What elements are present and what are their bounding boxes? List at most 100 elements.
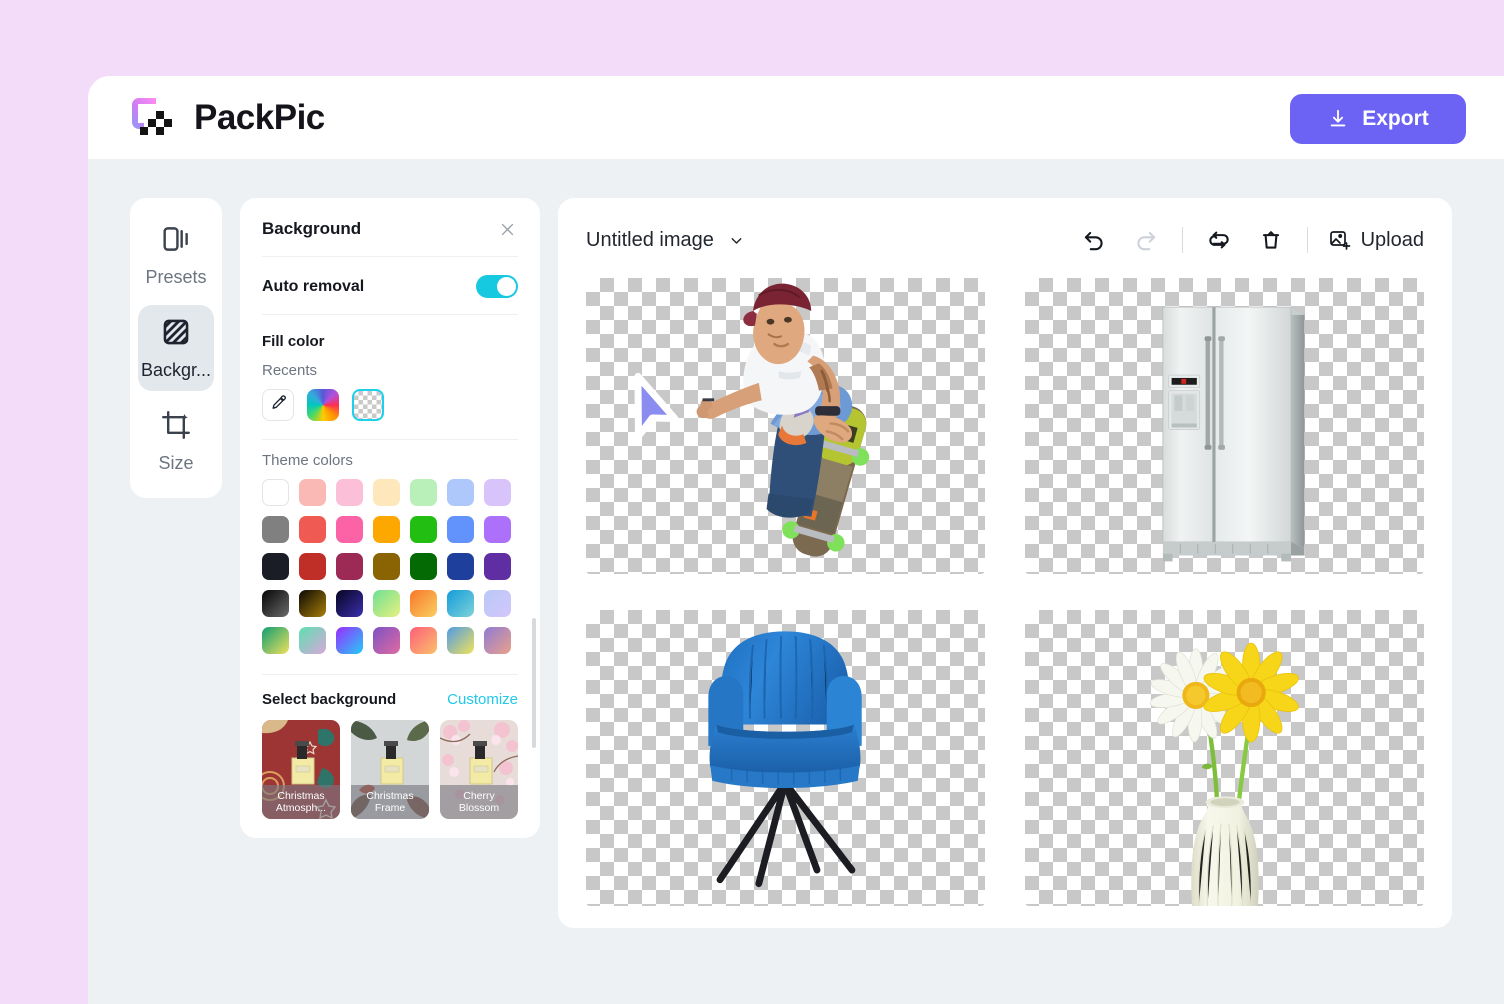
auto-removal-toggle[interactable] — [476, 275, 518, 298]
presets-icon — [159, 222, 193, 261]
transparent-swatch[interactable] — [352, 389, 384, 421]
theme-color-swatch[interactable] — [410, 553, 437, 580]
redo-button[interactable] — [1130, 224, 1162, 256]
skateboarder-image[interactable] — [586, 278, 985, 574]
sidebar-item-label: Backgr... — [140, 360, 212, 380]
tool-rail: Presets Backgr... Size — [130, 198, 222, 498]
sidebar-item-label: Size — [158, 452, 194, 473]
background-thumb-christmas-frame[interactable]: Christmas Frame — [351, 720, 429, 819]
theme-color-swatch[interactable] — [410, 590, 437, 617]
theme-color-swatch[interactable] — [262, 553, 289, 580]
export-label: Export — [1362, 107, 1429, 130]
theme-color-swatch[interactable] — [262, 590, 289, 617]
theme-color-swatch[interactable] — [484, 590, 511, 617]
theme-color-swatch[interactable] — [447, 516, 474, 543]
rainbow-picker-swatch[interactable] — [307, 389, 339, 421]
theme-color-swatch[interactable] — [447, 590, 474, 617]
theme-color-swatch[interactable] — [410, 479, 437, 506]
background-thumb-christmas-atmosphere[interactable]: Christmas Atmosph... — [262, 720, 340, 819]
theme-color-swatch[interactable] — [336, 553, 363, 580]
theme-color-swatch[interactable] — [262, 479, 289, 506]
theme-color-swatch[interactable] — [484, 479, 511, 506]
canvas-area: Untitled image Upload — [558, 198, 1452, 928]
theme-color-swatch[interactable] — [484, 627, 511, 654]
sidebar-item-presets[interactable]: Presets — [138, 212, 214, 299]
panel-scrollbar[interactable] — [532, 618, 536, 748]
customize-link[interactable]: Customize — [447, 691, 518, 708]
background-thumbnails: Christmas Atmosph... Christmas Frame Che… — [262, 720, 518, 819]
theme-color-swatch[interactable] — [299, 627, 326, 654]
theme-color-swatch[interactable] — [336, 479, 363, 506]
theme-color-swatch[interactable] — [484, 553, 511, 580]
theme-color-swatch[interactable] — [447, 627, 474, 654]
theme-color-swatch[interactable] — [299, 516, 326, 543]
armchair-image[interactable] — [586, 610, 985, 906]
panel-header: Background — [262, 218, 518, 257]
close-icon[interactable] — [496, 218, 518, 240]
theme-color-swatch[interactable] — [373, 479, 400, 506]
theme-color-swatch[interactable] — [299, 590, 326, 617]
theme-color-swatch[interactable] — [336, 516, 363, 543]
background-panel: Background Auto removal Fill color Recen… — [240, 198, 540, 838]
upload-label: Upload — [1360, 228, 1424, 251]
theme-color-swatch[interactable] — [410, 627, 437, 654]
background-thumb-label: Christmas Frame — [351, 785, 429, 819]
theme-color-swatch[interactable] — [373, 516, 400, 543]
theme-color-swatch[interactable] — [410, 516, 437, 543]
top-bar: PackPic Export — [88, 76, 1504, 160]
chevron-down-icon[interactable] — [728, 232, 745, 249]
canvas-tool-group: Upload — [1078, 224, 1424, 256]
background-thumb-label: Christmas Atmosph... — [262, 785, 340, 819]
auto-removal-label: Auto removal — [262, 277, 365, 295]
select-background-title: Select background — [262, 691, 397, 708]
toolbar-divider — [1306, 227, 1308, 253]
theme-color-swatch[interactable] — [484, 516, 511, 543]
sidebar-item-size[interactable]: Size — [138, 397, 214, 484]
brand-name: PackPic — [194, 97, 325, 137]
recents-swatches — [262, 389, 518, 440]
fill-color-title: Fill color — [262, 333, 325, 350]
upload-button[interactable]: Upload — [1328, 228, 1424, 252]
packpic-logo-icon — [126, 92, 178, 144]
image-grid — [586, 278, 1424, 906]
download-icon — [1327, 108, 1349, 130]
theme-color-swatch[interactable] — [299, 479, 326, 506]
theme-color-swatch[interactable] — [299, 553, 326, 580]
brand: PackPic — [126, 92, 325, 144]
theme-color-grid — [262, 479, 518, 654]
export-button[interactable]: Export — [1290, 94, 1466, 144]
theme-color-swatch[interactable] — [447, 553, 474, 580]
sidebar-item-label: Presets — [145, 267, 207, 288]
sidebar-item-background[interactable]: Backgr... — [138, 304, 214, 392]
image-plus-icon — [1328, 228, 1352, 252]
refrigerator-image[interactable] — [1025, 278, 1424, 574]
crop-sparkle-icon — [159, 408, 193, 447]
document-title: Untitled image — [586, 228, 714, 251]
background-thumb-cherry-blossom[interactable]: Cherry Blossom — [440, 720, 518, 819]
background-hatch-icon — [159, 315, 193, 354]
app-window: PackPic Export Presets Backgr... Size Ba… — [88, 76, 1504, 1004]
theme-colors-title: Theme colors — [262, 452, 353, 469]
eyedropper-icon — [270, 394, 287, 416]
select-background-header: Select background Customize — [262, 691, 518, 708]
recents-title: Recents — [262, 362, 318, 379]
theme-color-swatch[interactable] — [336, 627, 363, 654]
flower-vase-image[interactable] — [1025, 610, 1424, 906]
eyedropper-swatch[interactable] — [262, 389, 294, 421]
panel-title: Background — [262, 219, 362, 238]
toolbar-divider — [1181, 227, 1183, 253]
theme-color-swatch[interactable] — [262, 516, 289, 543]
auto-removal-row: Auto removal — [262, 257, 518, 315]
workspace: Presets Backgr... Size Background Auto r… — [88, 160, 1504, 1004]
theme-color-swatch[interactable] — [373, 627, 400, 654]
theme-color-swatch[interactable] — [373, 590, 400, 617]
theme-color-swatch[interactable] — [373, 553, 400, 580]
reset-button[interactable] — [1203, 224, 1235, 256]
theme-color-swatch[interactable] — [262, 627, 289, 654]
theme-color-swatch[interactable] — [447, 479, 474, 506]
undo-button[interactable] — [1078, 224, 1110, 256]
theme-color-swatch[interactable] — [336, 590, 363, 617]
background-thumb-label: Cherry Blossom — [440, 785, 518, 819]
canvas-toolbar: Untitled image Upload — [586, 220, 1424, 260]
delete-button[interactable] — [1255, 224, 1287, 256]
